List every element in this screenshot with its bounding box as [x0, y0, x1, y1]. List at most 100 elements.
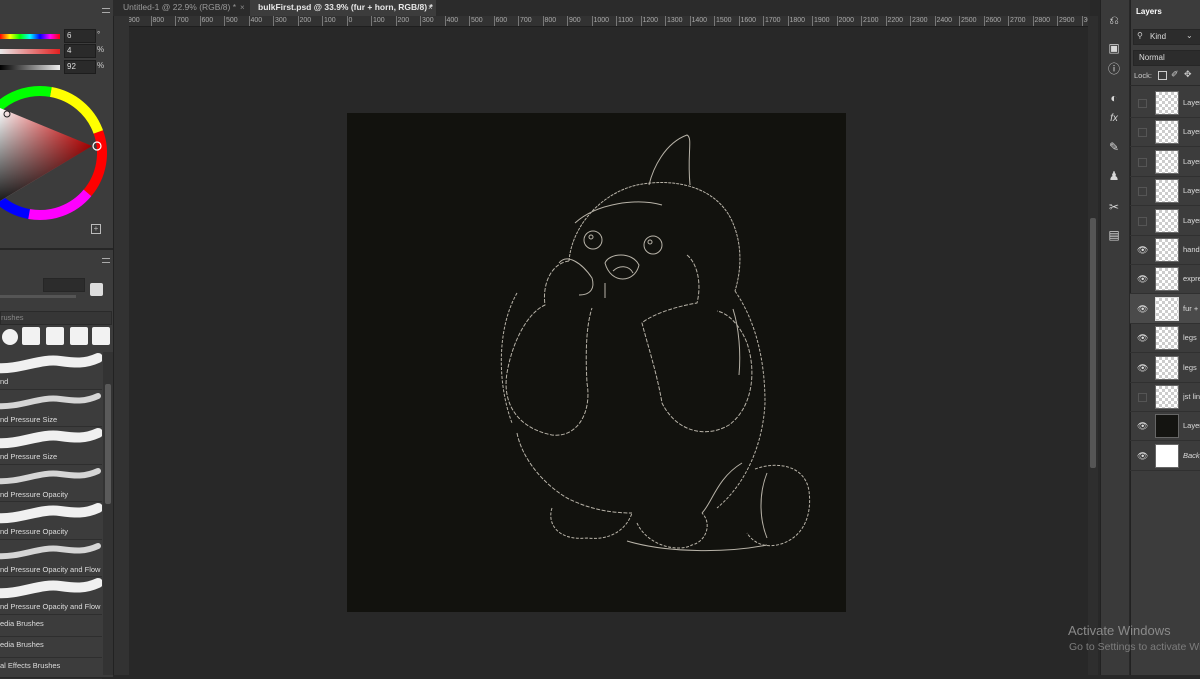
properties-icon[interactable]: ▤ — [1107, 228, 1121, 242]
layer-filter-select[interactable]: ⚲ Kind ⌄ — [1133, 29, 1200, 45]
ruler-tick — [371, 16, 372, 26]
ruler-tick — [1032, 16, 1034, 26]
layer-name: jst lin — [1183, 392, 1200, 401]
brightness-value-field[interactable]: 92 — [64, 60, 96, 74]
brush-preset-item[interactable]: nd — [0, 352, 102, 390]
document-canvas[interactable] — [347, 113, 846, 612]
libraries-icon[interactable]: ▣ — [1107, 41, 1121, 55]
tab-bulkfirst[interactable]: bulkFirst.psd @ 33.9% (fur + horn, RGB/8… — [250, 0, 436, 16]
info-icon[interactable]: ⓘ — [1107, 62, 1121, 76]
ruler-tick-label: 2700 — [1010, 17, 1026, 24]
tools-icon[interactable]: ✂ — [1107, 200, 1121, 214]
visibility-toggle[interactable] — [1138, 187, 1147, 197]
history-icon[interactable]: ⎌ — [1107, 13, 1121, 27]
eye-icon[interactable]: 👁 — [1137, 304, 1148, 313]
ruler-tick-label: 2900 — [1059, 17, 1075, 24]
layer-filter-label: Kind — [1150, 32, 1167, 41]
brush-group-label: al Effects Brushes — [0, 661, 61, 670]
visibility-toggle[interactable] — [1138, 393, 1147, 402]
ruler-tick — [812, 16, 813, 26]
color-wheel[interactable] — [0, 78, 110, 228]
brush-preset-item[interactable]: nd Pressure Opacity — [0, 465, 102, 502]
brush-preset-item[interactable]: nd Pressure Size — [0, 390, 102, 427]
ruler-tick-label: 2200 — [887, 17, 904, 24]
saturation-slider[interactable] — [0, 49, 60, 54]
lock-paint-icon[interactable]: ✐ — [1171, 69, 1179, 80]
layers-tab[interactable]: Layers — [1136, 7, 1162, 16]
ruler-tick — [224, 16, 225, 26]
ruler-tick — [885, 16, 887, 26]
vertical-scrollbar-thumb[interactable] — [1090, 218, 1096, 468]
eye-icon[interactable]: 👁 — [1137, 451, 1148, 460]
brush-tip-1[interactable] — [22, 327, 40, 345]
blend-mode-select[interactable]: Normal — [1133, 50, 1200, 66]
brush-preset-item[interactable]: nd Pressure Opacity and Flow — [0, 540, 102, 577]
brush-size-slider[interactable] — [0, 295, 76, 298]
chevron-down-icon: ⌄ — [1186, 31, 1193, 40]
brush-search-input[interactable]: rushes — [0, 311, 112, 325]
brush-settings-icon[interactable]: ✎ — [1107, 140, 1121, 154]
ruler-tick — [469, 16, 470, 26]
ruler-tick-label: 0 — [348, 17, 353, 24]
brightness-slider[interactable] — [0, 65, 60, 70]
adjustments-icon[interactable]: ◐ — [1107, 91, 1121, 105]
eye-icon[interactable]: 👁 — [1137, 363, 1148, 372]
visibility-toggle[interactable] — [1138, 157, 1147, 167]
eye-icon[interactable]: 👁 — [1137, 334, 1148, 343]
add-swatch-icon[interactable]: + — [91, 224, 101, 234]
brush-size-field[interactable] — [43, 278, 85, 292]
hue-value-field[interactable]: 6 — [64, 29, 96, 43]
brush-preset-item[interactable]: nd Pressure Opacity — [0, 502, 102, 540]
brush-tip-round[interactable] — [2, 329, 18, 345]
visibility-toggle[interactable] — [1138, 216, 1147, 226]
ruler-tick — [567, 16, 568, 26]
brush-preset-label: nd — [0, 377, 9, 386]
close-tab-icon[interactable]: × — [428, 3, 433, 12]
brush-scrollbar-thumb[interactable] — [105, 384, 111, 504]
lock-position-icon[interactable]: ✥ — [1184, 69, 1192, 80]
panel-menu-icon[interactable] — [102, 258, 110, 263]
ruler-tick — [1081, 16, 1083, 26]
vertical-ruler — [116, 26, 129, 675]
clone-source-icon[interactable]: ♟ — [1107, 169, 1121, 183]
hue-slider[interactable] — [0, 34, 60, 39]
tab-untitled-1[interactable]: Untitled-1 @ 22.9% (RGB/8) * — [115, 0, 245, 16]
brush-tip-4[interactable] — [92, 327, 110, 345]
saturation-value-field[interactable]: 4 — [64, 44, 96, 58]
ruler-tick-label: 1000 — [593, 17, 610, 24]
brush-tip-2[interactable] — [46, 327, 64, 345]
brush-group-item[interactable]: edia Brushes — [0, 636, 102, 658]
ruler-tick-label: 2600 — [985, 17, 1002, 24]
ruler-tick-label: 1500 — [716, 17, 732, 24]
layer-thumbnail — [1155, 414, 1179, 439]
ruler-tick — [616, 16, 617, 26]
panel-menu-icon[interactable] — [102, 8, 110, 13]
brush-tip-3[interactable] — [70, 327, 88, 345]
eye-icon[interactable]: 👁 — [1137, 422, 1148, 431]
brush-preset-item[interactable]: nd Pressure Opacity and Flow — [0, 577, 102, 615]
brush-settings-icon[interactable] — [90, 283, 103, 296]
eye-icon[interactable]: 👁 — [1137, 275, 1148, 284]
ruler-tick — [1008, 16, 1009, 26]
lock-transparent-icon[interactable] — [1158, 71, 1167, 80]
layer-name: fur + — [1183, 303, 1199, 313]
brush-preset-label: nd Pressure Opacity and Flow — [0, 564, 101, 574]
ruler-tick-label: 2800 — [1034, 17, 1051, 24]
ruler-tick-label: 1700 — [765, 17, 781, 24]
eye-icon[interactable]: 👁 — [1137, 246, 1148, 255]
ruler-tick — [493, 16, 495, 26]
horizontal-ruler: 900 800 700 600 500 400 300 200 100 0 100 200 300 400… — [129, 16, 1090, 27]
visibility-toggle[interactable] — [1138, 99, 1147, 108]
brush-group-item[interactable]: edia Brushes — [0, 615, 102, 637]
layer-thumbnail — [1155, 208, 1179, 233]
ruler-tick-label: 600 — [495, 17, 508, 24]
ruler-tick — [395, 16, 397, 26]
ruler-tick-label: 1400 — [691, 17, 708, 24]
brush-group-item[interactable]: al Effects Brushes — [0, 657, 102, 679]
ruler-tick — [199, 16, 201, 26]
close-tab-icon[interactable]: × — [240, 3, 245, 12]
brush-preset-item[interactable]: nd Pressure Size — [0, 427, 102, 465]
ruler-tick — [983, 16, 985, 26]
visibility-toggle[interactable] — [1138, 128, 1147, 138]
styles-icon[interactable]: fx — [1107, 112, 1121, 126]
